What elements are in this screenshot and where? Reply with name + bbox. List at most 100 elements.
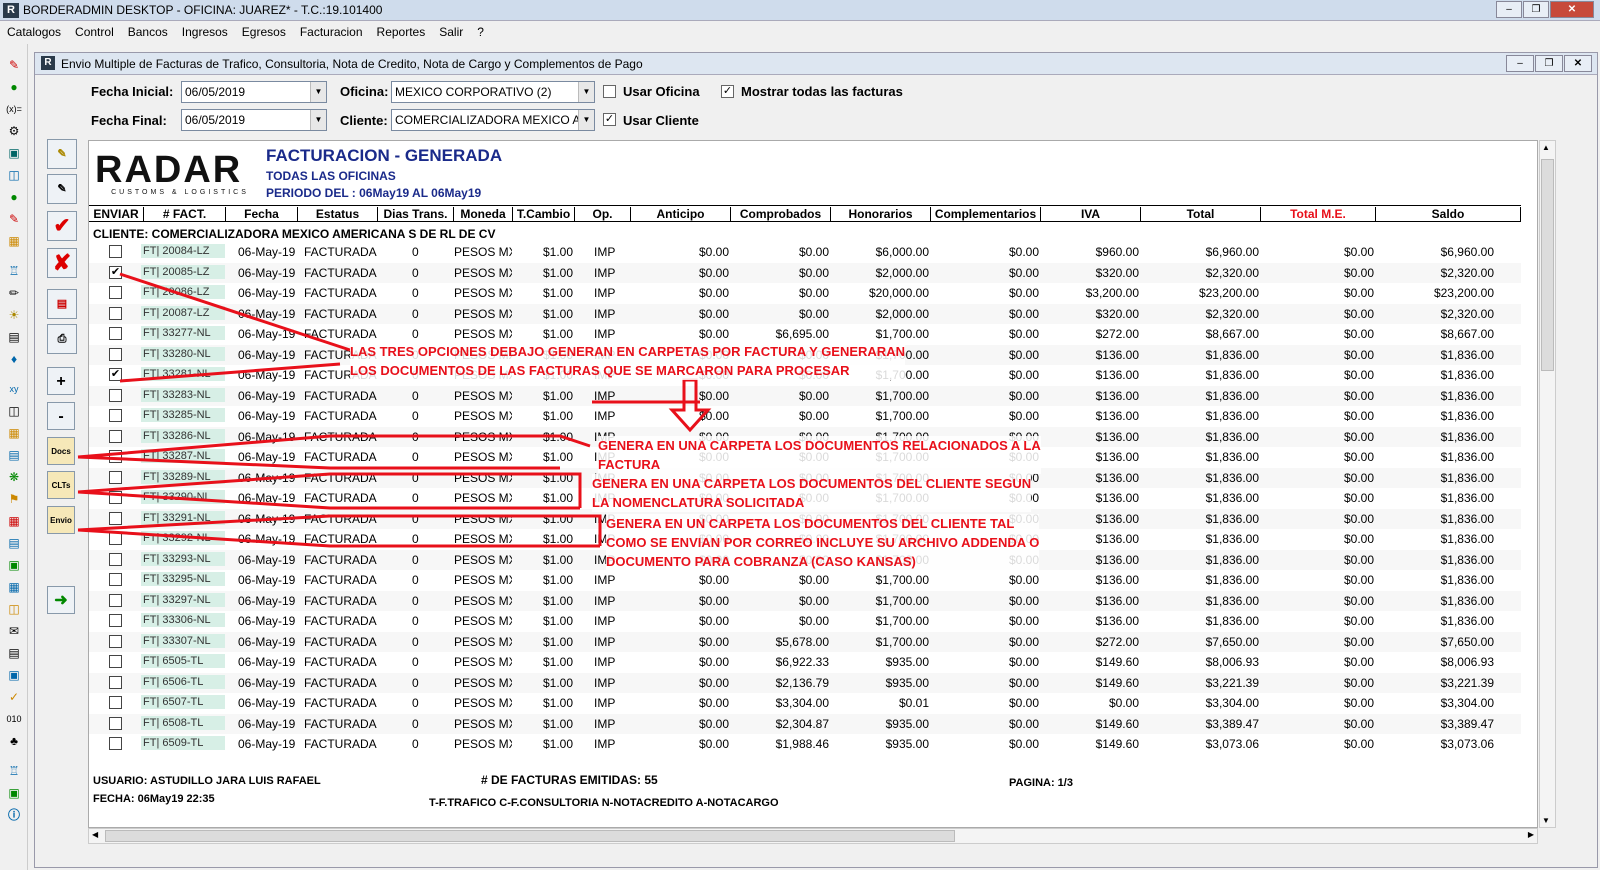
tool-icon-23[interactable]: ▣: [6, 558, 22, 572]
scroll-up-icon[interactable]: ▲: [1542, 143, 1550, 152]
col-honorarios[interactable]: Honorarios: [831, 207, 931, 222]
table-row[interactable]: FT| 20087-LZ 06-May-19 FACTURADA 0 PESOS MX $…: [89, 303, 1521, 324]
horizontal-scrollbar[interactable]: ◀ ▶: [88, 828, 1538, 844]
child-minimize-button[interactable]: –: [1506, 55, 1534, 72]
col-dias[interactable]: Dias Trans.: [378, 207, 454, 222]
table-row[interactable]: FT| 6507-TL 06-May-19 FACTURADA 0 PESOS MX $1…: [89, 693, 1521, 714]
report-button[interactable]: ▤: [47, 289, 77, 319]
menu-bancos[interactable]: Bancos: [121, 22, 175, 42]
menu-control[interactable]: Control: [68, 22, 121, 42]
horizontal-scroll-thumb[interactable]: [105, 830, 955, 842]
tool-icon-2[interactable]: ●: [6, 80, 22, 94]
menu-ingresos[interactable]: Ingresos: [175, 22, 235, 42]
vertical-scrollbar[interactable]: ▲ ▼: [1539, 140, 1556, 828]
tool-icon-18[interactable]: ▤: [6, 448, 22, 462]
tool-icon-1[interactable]: ✎: [6, 58, 22, 72]
enviar-checkbox[interactable]: [109, 470, 122, 484]
tool-icon-19[interactable]: ❋: [6, 470, 22, 484]
tool-icon-10[interactable]: ♖: [6, 264, 22, 278]
tool-icon-22[interactable]: ▤: [6, 536, 22, 550]
tool-icon-14[interactable]: ♦: [6, 352, 22, 366]
enviar-checkbox[interactable]: [109, 552, 122, 566]
enviar-checkbox[interactable]: [109, 511, 122, 525]
enviar-checkbox[interactable]: [109, 409, 122, 422]
table-row[interactable]: ✔ FT| 20085-LZ 06-May-19 FACTURADA 0 PESOS MX…: [89, 262, 1521, 283]
enviar-checkbox[interactable]: [109, 245, 122, 258]
tool-icon-8[interactable]: ✎: [6, 212, 22, 226]
enviar-checkbox[interactable]: [109, 675, 122, 689]
maximize-button[interactable]: ❐: [1523, 1, 1549, 18]
uncheck-all-button[interactable]: ✘: [47, 248, 77, 278]
paint-brush-button[interactable]: ✎: [47, 139, 77, 169]
usar-oficina-checkbox[interactable]: [603, 85, 616, 98]
col-comprobados[interactable]: Comprobados: [731, 207, 831, 222]
col-iva[interactable]: IVA: [1041, 207, 1141, 222]
enviar-checkbox[interactable]: [109, 306, 122, 320]
menu-egresos[interactable]: Egresos: [235, 22, 293, 42]
tool-icon-13[interactable]: ▤: [6, 330, 22, 344]
zoom-out-button[interactable]: -: [47, 402, 75, 430]
table-row[interactable]: FT| 33285-NL 06-May-19 FACTURADA 0 PESOS MX $…: [89, 406, 1521, 427]
enviar-checkbox[interactable]: [109, 593, 122, 607]
tool-icon-7[interactable]: ●: [6, 190, 22, 204]
tool-icon-32[interactable]: ♖: [6, 764, 22, 778]
table-row[interactable]: FT| 33297-NL 06-May-19 FACTURADA 0 PESOS MX $…: [89, 590, 1521, 611]
check-all-button[interactable]: ✔: [47, 211, 77, 241]
tool-icon-26[interactable]: ✉: [6, 624, 22, 638]
tool-icon-17[interactable]: ▦: [6, 426, 22, 440]
tool-icon-3[interactable]: (x)=: [6, 102, 22, 116]
tool-icon-24[interactable]: ▦: [6, 580, 22, 594]
col-complementarios[interactable]: Complementarios: [931, 207, 1041, 222]
table-row[interactable]: FT| 6506-TL 06-May-19 FACTURADA 0 PESOS MX $1…: [89, 672, 1521, 693]
tool-icon-11[interactable]: ✏: [6, 286, 22, 300]
col-saldo[interactable]: Saldo: [1376, 207, 1521, 222]
table-row[interactable]: FT| 20086-LZ 06-May-19 FACTURADA 0 PESOS MX $…: [89, 283, 1521, 304]
table-row[interactable]: FT| 33306-NL 06-May-19 FACTURADA 0 PESOS MX $…: [89, 611, 1521, 632]
enviar-checkbox[interactable]: [109, 491, 122, 504]
tool-icon-30[interactable]: 010: [6, 712, 22, 726]
enviar-checkbox[interactable]: [109, 347, 122, 361]
chevron-down-icon[interactable]: ▼: [578, 110, 594, 130]
enviar-checkbox[interactable]: [109, 634, 122, 648]
close-button[interactable]: ✕: [1550, 1, 1594, 18]
cliente-select[interactable]: COMERCIALIZADORA MEXICO AM ▼: [391, 109, 595, 131]
zoom-in-button[interactable]: +: [47, 367, 75, 395]
tool-icon-6[interactable]: ◫: [6, 168, 22, 182]
enviar-checkbox[interactable]: [109, 450, 122, 463]
exit-door-icon[interactable]: ➜: [47, 586, 75, 614]
menu-salir[interactable]: Salir: [432, 22, 470, 42]
tool-icon-15[interactable]: xy: [6, 382, 22, 396]
col-op[interactable]: Op.: [575, 207, 631, 222]
enviar-checkbox[interactable]: [109, 614, 122, 627]
edit-check-button[interactable]: ✎: [47, 174, 77, 204]
enviar-checkbox[interactable]: [109, 286, 122, 299]
envio-button[interactable]: Envio: [47, 506, 75, 534]
enviar-checkbox[interactable]: [109, 573, 122, 586]
tool-icon-27[interactable]: ▤: [6, 646, 22, 660]
oficina-select[interactable]: MEXICO CORPORATIVO (2) ▼: [391, 81, 595, 103]
col-total[interactable]: Total: [1141, 207, 1261, 222]
docs-button[interactable]: Docs: [47, 437, 75, 465]
enviar-checkbox[interactable]: [109, 655, 122, 668]
menu-help[interactable]: ?: [470, 22, 491, 42]
table-row[interactable]: FT| 33283-NL 06-May-19 FACTURADA 0 PESOS MX $…: [89, 385, 1521, 406]
col-fecha[interactable]: Fecha: [226, 207, 298, 222]
calendar-dropdown-icon[interactable]: ▼: [310, 82, 326, 102]
tool-icon-12[interactable]: ☀: [6, 308, 22, 322]
chevron-down-icon[interactable]: ▼: [578, 82, 594, 102]
tool-icon-33[interactable]: ▣: [6, 786, 22, 800]
col-enviar[interactable]: ENVIAR: [89, 207, 144, 222]
tool-icon-4[interactable]: ⚙: [6, 124, 22, 138]
enviar-checkbox[interactable]: [109, 716, 122, 730]
tool-icon-21[interactable]: ▦: [6, 514, 22, 528]
col-estatus[interactable]: Estatus: [298, 207, 378, 222]
col-tcambio[interactable]: T.Cambio: [513, 207, 575, 222]
table-row[interactable]: FT| 33295-NL 06-May-19 FACTURADA 0 PESOS MX $…: [89, 570, 1521, 591]
vertical-scroll-thumb[interactable]: [1541, 159, 1554, 371]
table-row[interactable]: FT| 6505-TL 06-May-19 FACTURADA 0 PESOS MX $1…: [89, 652, 1521, 673]
enviar-checkbox[interactable]: [109, 737, 122, 750]
enviar-checkbox[interactable]: [109, 327, 122, 340]
print-button[interactable]: ⎙: [47, 324, 77, 354]
enviar-checkbox[interactable]: [109, 429, 122, 443]
scroll-left-icon[interactable]: ◀: [92, 830, 98, 839]
